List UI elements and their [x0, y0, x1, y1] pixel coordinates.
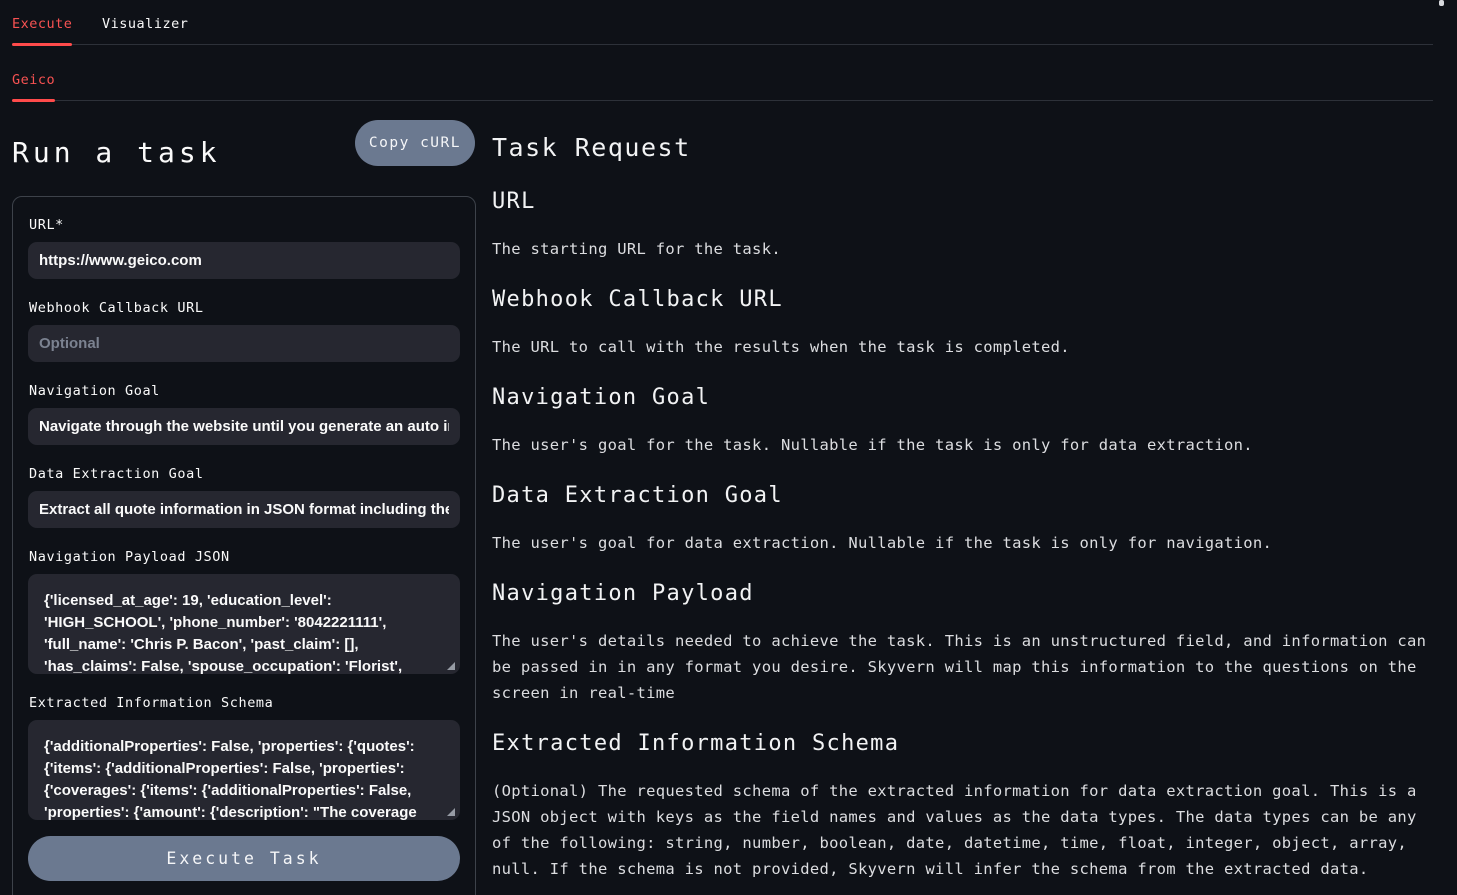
navigation-goal-label: Navigation Goal	[29, 383, 459, 399]
extracted-schema-label: Extracted Information Schema	[29, 695, 459, 711]
doc-heading-extracted-schema: Extracted Information Schema	[492, 729, 1432, 759]
task-form-card: URL* Webhook Callback URL Navigation Goa…	[12, 196, 476, 895]
navigation-payload-label: Navigation Payload JSON	[29, 549, 459, 565]
doc-heading-navigation-goal: Navigation Goal	[492, 383, 1432, 413]
sub-tabbar: Geico	[12, 68, 1433, 101]
copy-curl-button[interactable]: Copy cURL	[355, 120, 475, 166]
resize-handle-icon[interactable]	[447, 662, 455, 670]
doc-heading-navigation-payload: Navigation Payload	[492, 579, 1432, 609]
extracted-schema-textarea[interactable]: {'additionalProperties': False, 'propert…	[28, 720, 460, 820]
task-request-docs: Task Request URL The starting URL for th…	[492, 120, 1432, 882]
webhook-url-input[interactable]	[28, 325, 460, 362]
navigation-payload-wrap: {'licensed_at_age': 19, 'education_level…	[28, 574, 460, 674]
webhook-url-label: Webhook Callback URL	[29, 300, 459, 316]
doc-heading-data-extraction-goal: Data Extraction Goal	[492, 481, 1432, 511]
doc-body-data-extraction-goal: The user's goal for data extraction. Nul…	[492, 530, 1432, 556]
extracted-schema-wrap: {'additionalProperties': False, 'propert…	[28, 720, 460, 820]
doc-body-navigation-goal: The user's goal for the task. Nullable i…	[492, 432, 1432, 458]
data-extraction-goal-input[interactable]	[28, 491, 460, 528]
scrollbar-thumb[interactable]	[1439, 0, 1444, 6]
doc-title: Task Request	[492, 132, 1432, 164]
doc-body-navigation-payload: The user's details needed to achieve the…	[492, 628, 1432, 706]
run-task-panel: Run a task Copy cURL URL* Webhook Callba…	[12, 112, 476, 895]
execute-task-button[interactable]: Execute Task	[28, 836, 460, 881]
tab-geico[interactable]: Geico	[12, 68, 55, 100]
page-title: Run a task	[12, 136, 221, 169]
doc-body-url: The starting URL for the task.	[492, 236, 1432, 262]
main-tabbar: Execute Visualizer	[12, 12, 1433, 45]
doc-body-webhook: The URL to call with the results when th…	[492, 334, 1432, 360]
resize-handle-icon[interactable]	[447, 808, 455, 816]
navigation-goal-input[interactable]	[28, 408, 460, 445]
doc-body-extracted-schema: (Optional) The requested schema of the e…	[492, 778, 1432, 882]
tab-execute[interactable]: Execute	[12, 12, 72, 44]
url-input[interactable]	[28, 242, 460, 279]
run-task-header: Run a task Copy cURL	[12, 112, 476, 196]
navigation-payload-textarea[interactable]: {'licensed_at_age': 19, 'education_level…	[28, 574, 460, 674]
data-extraction-goal-label: Data Extraction Goal	[29, 466, 459, 482]
url-label: URL*	[29, 217, 459, 233]
tab-visualizer[interactable]: Visualizer	[102, 12, 188, 44]
doc-heading-url: URL	[492, 187, 1432, 217]
doc-heading-webhook: Webhook Callback URL	[492, 285, 1432, 315]
